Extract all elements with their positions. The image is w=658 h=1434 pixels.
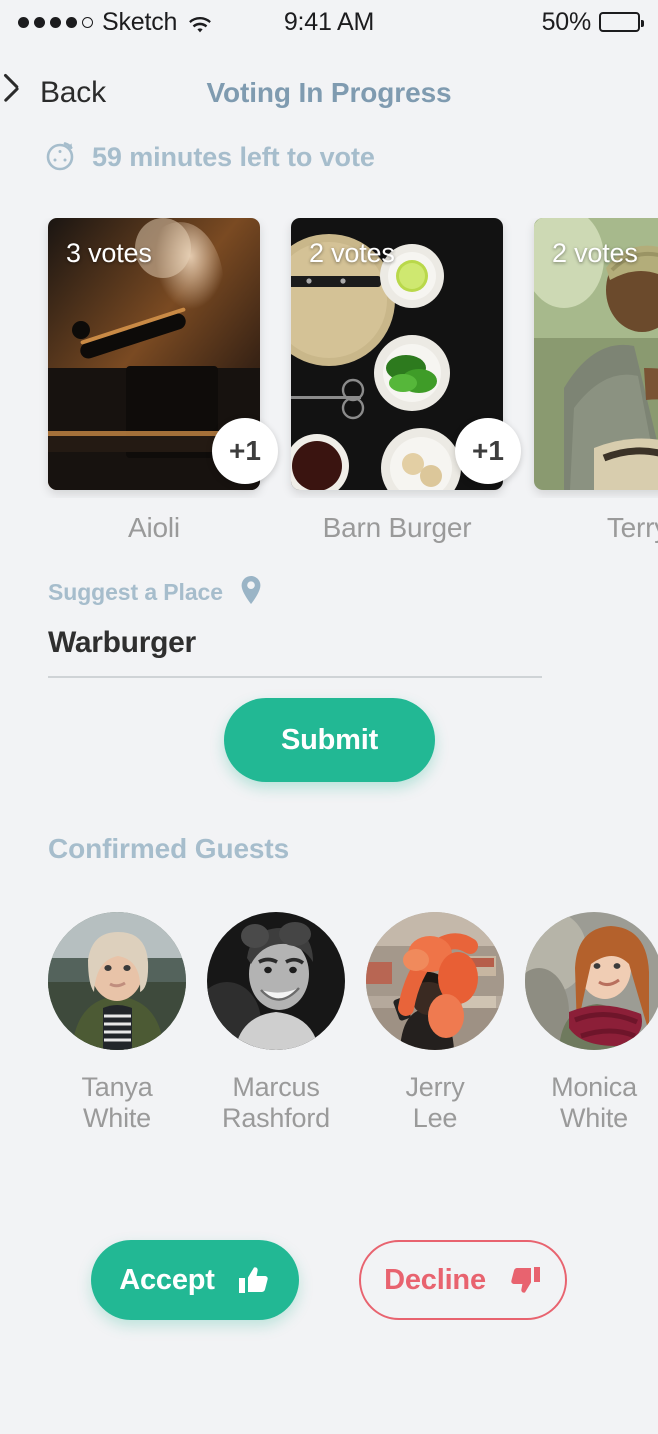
suggest-place-input[interactable] [48,626,542,676]
timer-label: 59 minutes left to vote [92,142,375,172]
place-names-row: Aioli Barn Burger Terry' [0,512,658,556]
battery-percent-label: 50% [541,7,592,36]
redhead-woman-avatar [525,912,658,1050]
invite-actions: Accept Decline [0,1240,658,1320]
smiling-man-avatar [207,912,345,1050]
signal-dot [66,16,77,28]
thumbs-up-icon [237,1263,271,1297]
guest-last-name: Rashford [222,1103,330,1134]
status-bar-right: 50% [541,7,644,37]
app-screen: Sketch 9:41 AM 50% Back Voting In Progre… [0,0,658,1434]
guest-item[interactable]: Monica White [525,912,658,1135]
add-vote-button[interactable]: +1 [212,418,278,484]
guest-last-name: Lee [412,1103,458,1134]
submit-button[interactable]: Submit [224,698,435,782]
suggest-place-label: Suggest a Place [48,579,223,605]
confirmed-guests-row[interactable]: Tanya White Marcus Rashford Jerry Lee Mo… [0,912,658,1135]
accept-button-label: Accept [119,1263,215,1296]
guest-name-label: Monica White [525,1072,658,1135]
status-bar-left: Sketch [18,8,212,37]
suggest-place-field[interactable]: Suggest a Place [48,575,542,678]
signal-dot-empty [82,16,93,28]
vote-count-label: 2 votes [552,238,638,268]
accept-button[interactable]: Accept [91,1240,299,1320]
signal-dot [18,16,29,28]
status-bar: Sketch 9:41 AM 50% [0,0,658,44]
guest-name-label: Tanya White [48,1072,186,1135]
place-cards-carousel[interactable]: 3 votes +1 2 votes +1 2 votes [0,218,658,498]
voting-timer: 59 minutes left to vote [44,138,375,177]
page-title: Voting In Progress [206,77,452,108]
smoke-flare-avatar [366,912,504,1050]
suggest-place-header: Suggest a Place [48,575,542,610]
confirmed-guests-title: Confirmed Guests [48,833,290,864]
place-card[interactable]: 2 votes +1 [291,218,521,490]
place-name-label: Aioli [128,512,180,543]
guest-name-label: Marcus Rashford [207,1072,345,1135]
guest-first-name: Tanya [81,1072,153,1102]
place-name-label: Barn Burger [322,512,472,543]
guest-item[interactable]: Marcus Rashford [207,912,345,1135]
place-name-label: Terry' [606,512,658,543]
guest-first-name: Marcus [232,1072,320,1102]
thumbs-down-icon [508,1263,542,1297]
place-card[interactable]: 2 votes [534,218,658,490]
decline-button[interactable]: Decline [359,1240,567,1320]
guest-item[interactable]: Tanya White [48,912,186,1135]
add-vote-button[interactable]: +1 [455,418,521,484]
navigation-bar: Back Voting In Progress [0,62,658,124]
guest-first-name: Monica [551,1072,637,1102]
signal-dot [34,16,45,28]
guest-last-name: White [82,1103,152,1134]
stopwatch-icon [44,138,78,177]
guest-name-label: Jerry Lee [366,1072,504,1135]
guest-last-name: White [559,1103,629,1134]
guest-first-name: Jerry [405,1072,465,1102]
battery-icon [599,12,644,32]
vote-count-label: 3 votes [66,238,152,268]
blonde-woman-avatar [48,912,186,1050]
wifi-icon [188,13,212,33]
carrier-label: Sketch [102,7,178,36]
field-underline [48,676,542,678]
vote-count-label: 2 votes [309,238,395,268]
guest-item[interactable]: Jerry Lee [366,912,504,1135]
signal-dot [50,16,61,28]
place-card[interactable]: 3 votes +1 [48,218,278,490]
decline-button-label: Decline [384,1263,486,1296]
signal-strength-dots [18,16,93,28]
map-pin-icon [239,575,263,610]
